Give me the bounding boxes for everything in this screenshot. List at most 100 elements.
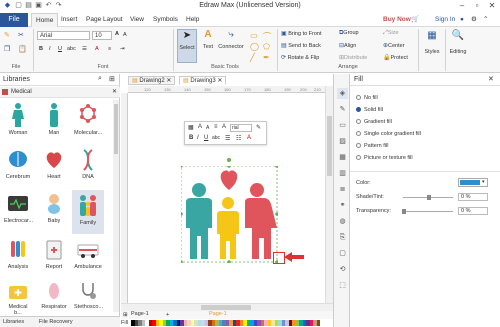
- tab-close-icon[interactable]: ✕: [217, 78, 222, 84]
- fill-option-gradient-fill[interactable]: Gradient fill: [356, 119, 392, 125]
- shade-tint-input[interactable]: 0 %: [458, 193, 488, 201]
- libraries-tab[interactable]: Libraries: [3, 319, 24, 325]
- protect-button[interactable]: 🔒Protect: [383, 54, 408, 61]
- bullets-icon[interactable]: ☰: [82, 46, 87, 52]
- group-button[interactable]: ⧉Group: [339, 30, 359, 37]
- library-add-icon[interactable]: ⊞: [109, 75, 115, 83]
- paste-icon[interactable]: 📋: [18, 45, 27, 53]
- sign-in-link[interactable]: Sign In: [435, 13, 455, 27]
- library-item-electrocardiogram[interactable]: Electrocar...: [4, 192, 33, 224]
- send-to-back-button[interactable]: ▤ Send to Back: [281, 42, 321, 49]
- fill-option-pattern-fill[interactable]: Pattern fill: [356, 143, 388, 149]
- float-italic-button[interactable]: I: [197, 135, 199, 141]
- float-font-select[interactable]: rial: [230, 124, 252, 132]
- canvas-scroll-thumb[interactable]: [327, 116, 332, 176]
- family-shape[interactable]: [179, 164, 279, 264]
- history-icon[interactable]: ⟲: [337, 264, 348, 275]
- canvas-vertical-scrollbar[interactable]: [325, 86, 333, 310]
- collapse-ribbon-icon[interactable]: ⌃: [483, 13, 488, 27]
- radio-picture-fill[interactable]: [356, 155, 361, 161]
- fill-option-picture-fill[interactable]: Picture or texture fill: [356, 155, 413, 161]
- tab-drawing3[interactable]: ▤ Drawing3 ✕: [179, 76, 227, 85]
- float-size-icon[interactable]: A: [222, 124, 226, 130]
- font-color-icon[interactable]: A: [95, 46, 99, 52]
- cart-icon[interactable]: 🛒: [411, 13, 419, 27]
- cut-icon[interactable]: ✂: [18, 31, 24, 39]
- size-button[interactable]: ⤢Size: [383, 30, 399, 37]
- italic-button[interactable]: I: [49, 46, 51, 52]
- library-item-respirator[interactable]: Respirator: [40, 280, 68, 310]
- image-panel-icon[interactable]: ▨: [337, 136, 348, 147]
- editing-button[interactable]: 🔍 Editing: [447, 30, 469, 66]
- menu-insert[interactable]: Insert: [61, 13, 77, 27]
- transparency-slider-thumb[interactable]: [402, 209, 406, 214]
- radio-pattern-fill[interactable]: [356, 143, 361, 149]
- add-page-icon[interactable]: +: [166, 312, 169, 318]
- globe-icon[interactable]: ◍: [337, 216, 348, 227]
- line-panel-icon[interactable]: ✎: [337, 104, 348, 115]
- curve-shape-icon[interactable]: ⌒: [263, 31, 271, 42]
- hyperlink-panel-icon[interactable]: ⚭: [337, 200, 348, 211]
- library-item-heart[interactable]: Heart: [40, 148, 68, 180]
- radio-solid-fill[interactable]: [356, 107, 361, 113]
- transparency-input[interactable]: 0 %: [458, 207, 488, 215]
- tab-close-icon[interactable]: ✕: [166, 78, 171, 84]
- fill-option-solid-fill[interactable]: Solid fill: [356, 107, 383, 113]
- file-recovery-tab[interactable]: File Recovery: [39, 319, 73, 325]
- layers-panel-icon[interactable]: ≣: [337, 184, 348, 195]
- float-color-icon[interactable]: A: [247, 135, 251, 141]
- tab-drawing2[interactable]: ▤ Drawing2 ✕: [128, 76, 176, 85]
- float-format-icon[interactable]: ▦: [188, 124, 194, 131]
- menu-view[interactable]: View: [130, 13, 144, 27]
- indent-icon[interactable]: ⇥: [120, 46, 125, 52]
- library-search-icon[interactable]: ⌕: [98, 75, 102, 83]
- page-tab-2[interactable]: Page-1: [209, 311, 227, 317]
- minimize-button[interactable]: –: [455, 0, 469, 12]
- rectangle-shape-icon[interactable]: ▭: [250, 31, 258, 40]
- shade-slider-thumb[interactable]: [427, 195, 431, 200]
- rotate-flip-button[interactable]: ⟳ Rotate & Flip: [281, 54, 319, 61]
- float-list-icon[interactable]: ☷: [236, 135, 241, 142]
- float-strike-button[interactable]: abc: [212, 135, 220, 141]
- category-close-icon[interactable]: ✕: [112, 88, 117, 95]
- polygon-shape-icon[interactable]: ⬠: [263, 42, 270, 51]
- radio-single-color-gradient[interactable]: [356, 131, 361, 137]
- color-picker[interactable]: ▾: [458, 178, 488, 187]
- library-item-cerebrum[interactable]: Cerebrum: [4, 148, 32, 180]
- attachment-icon[interactable]: ⎘: [337, 232, 348, 243]
- bold-button[interactable]: B: [39, 46, 43, 52]
- float-align-icon[interactable]: ≡: [214, 124, 218, 130]
- line-shape-icon[interactable]: ╱: [250, 53, 255, 62]
- float-bullet-icon[interactable]: ☰: [225, 135, 230, 142]
- library-item-stethoscope[interactable]: Stethosco...: [74, 280, 103, 310]
- page-panel-icon[interactable]: ▥: [337, 168, 348, 179]
- fill-panel-close-icon[interactable]: ✕: [488, 75, 494, 83]
- menu-page-layout[interactable]: Page Layout: [86, 13, 123, 27]
- float-font-shrink[interactable]: A: [206, 125, 209, 131]
- menu-home[interactable]: Home: [31, 13, 59, 27]
- connector-tool-button[interactable]: ⤷ Connector: [217, 29, 245, 63]
- horizontal-scroll-thumb[interactable]: [201, 305, 251, 310]
- library-item-man[interactable]: Man: [40, 102, 68, 136]
- align-icon[interactable]: ≡: [108, 46, 111, 52]
- text-tool-button[interactable]: A Text: [199, 29, 217, 63]
- float-bold-button[interactable]: B: [189, 135, 193, 141]
- shade-tint-slider[interactable]: [403, 195, 453, 200]
- transparency-slider[interactable]: [402, 209, 453, 214]
- user-icon[interactable]: ●: [460, 13, 464, 27]
- align-button[interactable]: ⊟Align: [339, 42, 356, 49]
- float-paint-icon[interactable]: ✎: [256, 124, 261, 131]
- ellipse-shape-icon[interactable]: ◯: [250, 42, 259, 51]
- close-button[interactable]: ✕: [485, 0, 499, 12]
- menu-help[interactable]: Help: [186, 13, 199, 27]
- menu-file[interactable]: File: [0, 13, 28, 27]
- palette-swatch[interactable]: [316, 320, 320, 326]
- library-item-analysis[interactable]: Analysis: [4, 238, 32, 270]
- bring-to-front-button[interactable]: ▣ Bring to Front: [281, 30, 322, 37]
- library-item-report[interactable]: Report: [40, 238, 68, 270]
- library-scroll-thumb[interactable]: [114, 104, 118, 154]
- fill-panel-icon[interactable]: ◈: [337, 88, 348, 99]
- library-item-ambulance[interactable]: Ambulance: [74, 238, 102, 270]
- page-nav-icon[interactable]: ⊞: [123, 312, 128, 318]
- float-font-grow[interactable]: A: [198, 124, 202, 130]
